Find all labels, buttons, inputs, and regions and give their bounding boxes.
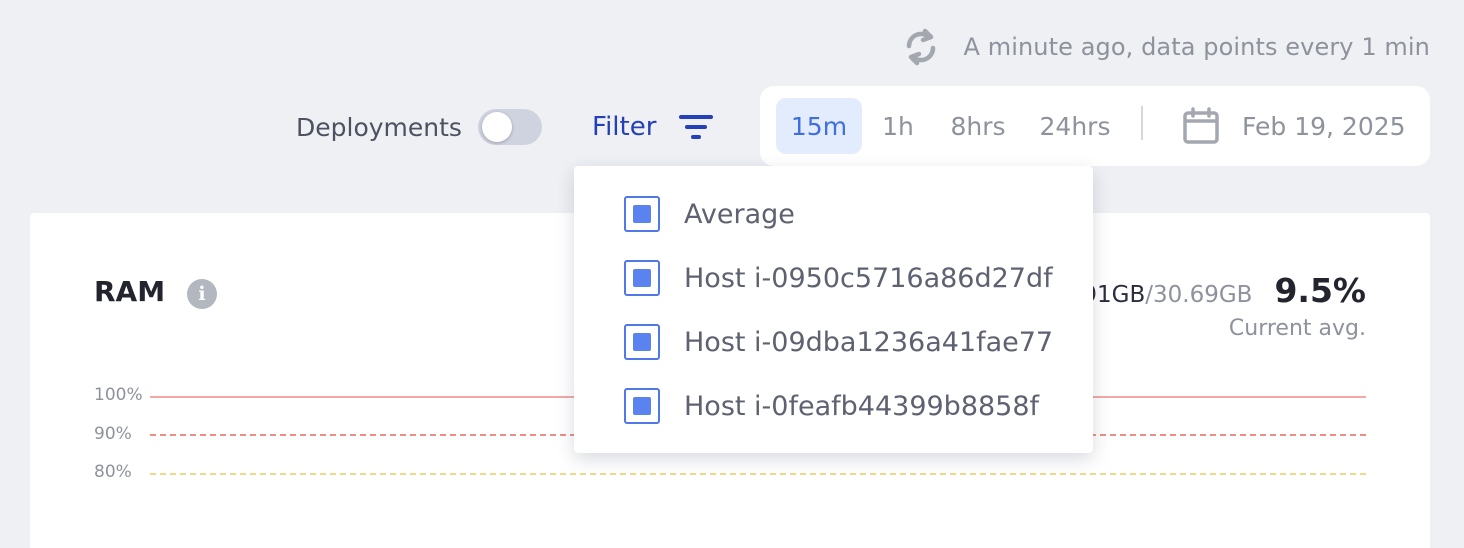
threshold-label-90: 90%	[94, 424, 132, 444]
filter-icon	[679, 115, 714, 139]
range-15m-button[interactable]: 15m	[776, 98, 862, 154]
deployments-toggle-group: Deployments	[296, 107, 542, 147]
range-divider	[1141, 106, 1143, 140]
deployments-toggle[interactable]	[477, 109, 542, 145]
filter-option-host-2[interactable]: Host i-09dba1236a41fae77	[624, 322, 1053, 362]
checkbox[interactable]	[624, 196, 660, 232]
toggle-knob	[481, 112, 512, 142]
calendar-icon	[1183, 107, 1219, 144]
filter-option-host-3[interactable]: Host i-0feafb44399b8858f	[624, 386, 1039, 426]
ram-usage-amount: 91GB/30.69GB	[1082, 282, 1252, 308]
checkbox[interactable]	[624, 388, 660, 424]
range-1h-button[interactable]: 1h	[870, 98, 926, 154]
card-title: RAM	[94, 275, 166, 308]
ram-total: /30.69GB	[1145, 282, 1253, 308]
filter-button[interactable]: Filter	[592, 107, 714, 147]
time-range-panel: 15m 1h 8hrs 24hrs Feb 19, 2025	[760, 86, 1430, 166]
ram-percent: 9.5%	[1274, 271, 1366, 310]
date-picker[interactable]: Feb 19, 2025	[1182, 106, 1406, 146]
checkbox-checked-mark	[633, 333, 651, 351]
checkbox[interactable]	[624, 324, 660, 360]
filter-option-host-1[interactable]: Host i-0950c5716a86d27df	[624, 258, 1053, 298]
checkbox-checked-mark	[633, 397, 651, 415]
filter-dropdown: Average Host i-0950c5716a86d27df Host i-…	[574, 166, 1093, 453]
refresh-text: A minute ago, data points every 1 min	[963, 33, 1430, 61]
checkbox-checked-mark	[633, 269, 651, 287]
monitoring-page: A minute ago, data points every 1 min De…	[0, 0, 1464, 548]
checkbox[interactable]	[624, 260, 660, 296]
threshold-label-80: 80%	[94, 462, 132, 482]
range-8hrs-button[interactable]: 8hrs	[938, 98, 1018, 154]
range-24hrs-button[interactable]: 24hrs	[1028, 98, 1122, 154]
filter-option-label: Host i-09dba1236a41fae77	[684, 326, 1054, 358]
ram-usage-summary: 91GB/30.69GB 9.5% Current avg.	[1082, 271, 1366, 341]
threshold-label-100: 100%	[94, 385, 143, 405]
ram-percent-label: Current avg.	[1228, 316, 1366, 341]
date-text: Feb 19, 2025	[1242, 111, 1406, 141]
deployments-label: Deployments	[296, 112, 462, 142]
filter-label: Filter	[592, 112, 657, 142]
filter-option-label: Host i-0950c5716a86d27df	[684, 262, 1053, 294]
filter-option-average[interactable]: Average	[624, 194, 795, 234]
filter-option-label: Host i-0feafb44399b8858f	[684, 390, 1040, 422]
checkbox-checked-mark	[633, 205, 651, 223]
refresh-status: A minute ago, data points every 1 min	[901, 26, 1430, 68]
filter-option-label: Average	[684, 198, 795, 230]
info-icon[interactable]: i	[187, 279, 217, 309]
refresh-icon[interactable]	[901, 26, 941, 68]
threshold-line-80	[150, 473, 1366, 475]
